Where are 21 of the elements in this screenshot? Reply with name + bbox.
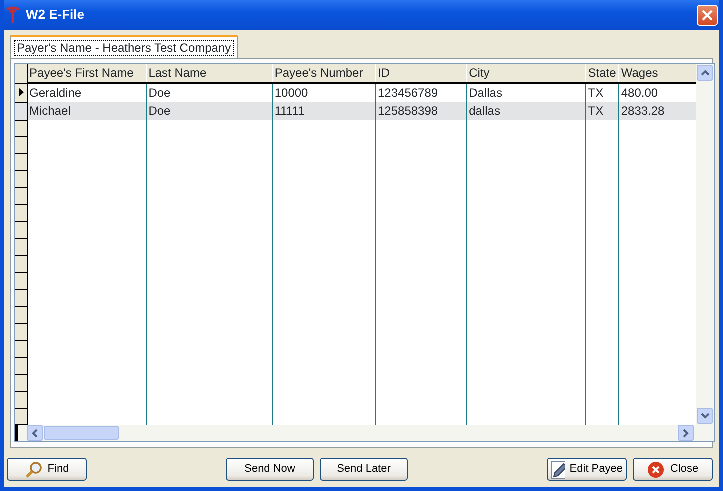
column-header[interactable]: Payee's Number bbox=[272, 64, 376, 83]
table-cell: Doe bbox=[146, 102, 272, 120]
column-header[interactable]: ID bbox=[376, 64, 467, 83]
table-cell: dallas bbox=[466, 102, 586, 120]
table-cell: 11111 bbox=[272, 102, 376, 120]
table-cell: 125858398 bbox=[376, 102, 467, 120]
tab[interactable]: Payer's Name - Heathers Test Company bbox=[10, 35, 238, 58]
find-button[interactable]: Find bbox=[7, 458, 87, 481]
edit-button[interactable]: Edit Payee bbox=[547, 458, 627, 481]
column-header[interactable]: Wages bbox=[618, 64, 696, 83]
column-header[interactable]: City bbox=[466, 64, 586, 83]
send-button[interactable]: Send Now bbox=[226, 458, 314, 481]
column-header[interactable]: Last Name bbox=[146, 64, 272, 83]
send-button[interactable]: Send Later bbox=[320, 458, 408, 481]
window-title: W2 E-File bbox=[26, 6, 85, 24]
table-cell: TX bbox=[586, 102, 619, 120]
close-button[interactable]: Close bbox=[633, 458, 713, 481]
column-header[interactable]: Payee's First Name bbox=[27, 64, 146, 83]
table-cell: Michael bbox=[27, 102, 146, 120]
column-header[interactable]: State bbox=[586, 64, 619, 83]
table-cell: 2833.28 bbox=[618, 102, 696, 120]
